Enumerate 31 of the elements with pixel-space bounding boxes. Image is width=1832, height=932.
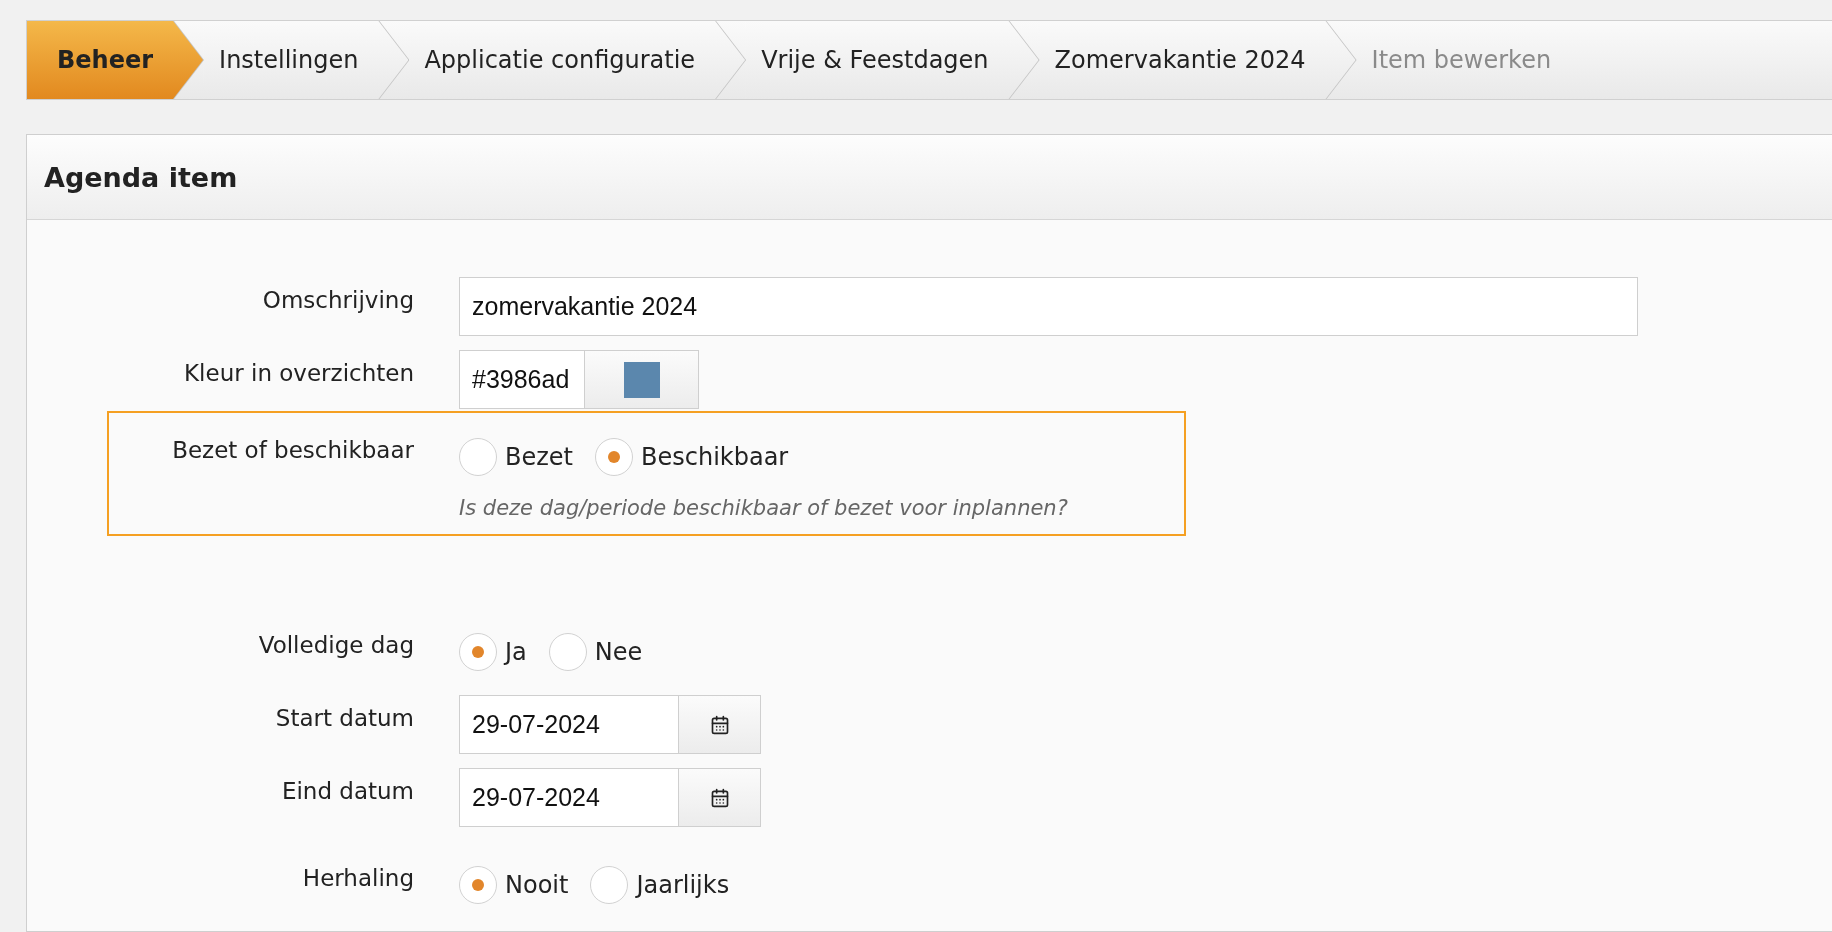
radio-label: Nee — [594, 637, 644, 666]
date-field[interactable]: 29-07-2024 — [459, 768, 679, 827]
radio-label: Jaarlijks — [636, 870, 731, 899]
radio-label: Ja — [505, 637, 528, 666]
radio-button[interactable] — [595, 437, 633, 476]
color-swatch — [623, 361, 660, 398]
field-label: Eind datum — [281, 777, 414, 804]
field-label: Bezet of beschikbaar — [172, 436, 414, 463]
text-field[interactable]: zomervakantie 2024 — [459, 277, 1638, 336]
radio-label: Nooit — [505, 870, 570, 899]
field-label: Volledige dag — [258, 631, 414, 658]
calendar-icon — [709, 714, 730, 735]
field-hint: Is deze dag/periode beschikbaar of bezet voor inplannen? — [459, 496, 1069, 520]
field-label: Start datum — [275, 704, 414, 731]
radio-button[interactable] — [459, 632, 497, 671]
date-field[interactable]: 29-07-2024 — [459, 695, 679, 754]
radio-button[interactable] — [459, 437, 497, 476]
radio-button[interactable] — [459, 865, 497, 904]
color-picker-button[interactable] — [585, 350, 699, 409]
calendar-button[interactable] — [679, 768, 761, 827]
field-label: Omschrijving — [262, 286, 414, 313]
field-label: Herhaling — [302, 864, 414, 891]
calendar-button[interactable] — [679, 695, 761, 754]
breadcrumb-item[interactable]: Beheer — [27, 21, 204, 99]
color-field[interactable]: #3986ad — [459, 350, 585, 409]
radio-label: Beschikbaar — [641, 442, 790, 471]
field-label: Kleur in overzichten — [184, 359, 414, 386]
radio-button[interactable] — [590, 865, 629, 904]
radio-button[interactable] — [548, 632, 587, 671]
radio-label: Bezet — [505, 442, 574, 471]
calendar-icon — [709, 787, 730, 808]
